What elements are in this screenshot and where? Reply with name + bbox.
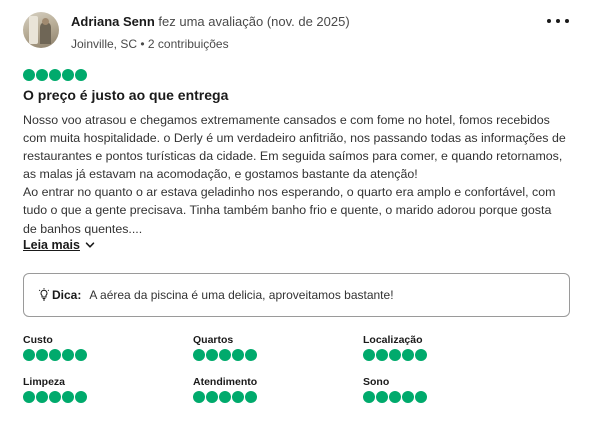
review-title: O preço é justo ao que entrega [23,87,229,103]
tip-label: Dica: [52,288,82,302]
rating-bubble [36,69,48,81]
rating-bubble [23,391,35,403]
rating-bubble [23,69,35,81]
rating-bubble [415,349,427,361]
rating-bubble [49,349,61,361]
review-body-line: tudo o que a gente precisava. Tinha tamb… [23,203,552,218]
sub-rating-label: Limpeza [23,376,66,388]
sub-rating-label: Quartos [193,334,234,346]
rating-bubble [36,391,48,403]
rating-bubble [376,391,388,403]
author-line: Adriana Senn fez uma avaliação (nov. de … [71,14,350,29]
rating-bubble [245,349,257,361]
rating-bubble [206,391,218,403]
tip-text: A aérea da piscina é uma delicia, aprove… [89,288,394,302]
review-body-line: de banhos quentes.... [23,221,143,236]
rating-bubble [402,391,414,403]
sub-rating-atendimento: Atendimento [193,376,343,403]
rating-bubble [49,69,61,81]
rating-bubble [245,391,257,403]
review-action: fez uma avaliação (nov. de 2025) [158,14,350,29]
lightbulb-icon [38,288,50,301]
sub-rating-bubbles [193,349,343,361]
sub-rating-label: Sono [363,376,390,388]
rating-bubble [389,349,401,361]
rating-bubble [206,349,218,361]
rating-bubble [232,349,244,361]
review-body-line: Ao entrar no quanto o ar estava geladinh… [23,185,556,200]
rating-bubble [219,349,231,361]
more-options-icon[interactable] [547,14,569,28]
review-body: Nosso voo atrasou e chegamos extremament… [23,111,575,238]
review-body-line: restaurantes e pontos turísticas da cida… [23,149,563,164]
sub-rating-label: Atendimento [193,376,258,388]
rating-bubble [62,349,74,361]
rating-bubble [363,349,375,361]
sub-rating-custo: Custo [23,334,173,361]
rating-bubble [363,391,375,403]
rating-bubble [62,391,74,403]
rating-bubble [219,391,231,403]
sub-rating-bubbles [363,349,513,361]
rating-bubble [75,391,87,403]
rating-bubble [376,349,388,361]
rating-bubble [389,391,401,403]
rating-bubble [193,391,205,403]
rating-bubble [75,69,87,81]
rating-bubble [193,349,205,361]
sub-rating-label: Localização [363,334,423,346]
sub-rating-bubbles [363,391,513,403]
rating-bubble [49,391,61,403]
sub-ratings: Custo Quartos Localização Limpeza Atendiment… [23,334,573,414]
sub-rating-limpeza: Limpeza [23,376,173,403]
chevron-down-icon [85,242,95,248]
read-more-label: Leia mais [23,238,80,252]
sub-rating-sono: Sono [363,376,513,403]
rating-bubble [62,69,74,81]
sub-rating-label: Custo [23,334,53,346]
sub-rating-bubbles [23,349,173,361]
author-name[interactable]: Adriana Senn [71,14,155,29]
review-header: Adriana Senn fez uma avaliação (nov. de … [23,12,573,52]
rating-bubble [402,349,414,361]
read-more-button[interactable]: Leia mais [23,238,95,252]
sub-rating-quartos: Quartos [193,334,343,361]
review-rating [23,69,87,81]
rating-bubble [232,391,244,403]
avatar[interactable] [23,12,59,48]
sub-rating-bubbles [23,391,173,403]
rating-bubble [23,349,35,361]
rating-bubble [415,391,427,403]
review-body-line: as malas já estavam na acomodação, e gos… [23,167,418,182]
review-body-line: com muita hospitalidade. o Derly é um ve… [23,131,566,146]
sub-rating-bubbles [193,391,343,403]
rating-bubble [36,349,48,361]
sub-rating-localizacao: Localização [363,334,513,361]
author-location-contributions: Joinville, SC • 2 contribuições [71,37,229,51]
rating-bubble [75,349,87,361]
review-body-line: Nosso voo atrasou e chegamos extremament… [23,113,550,127]
tip-box: Dica: A aérea da piscina é uma delicia, … [23,273,570,317]
